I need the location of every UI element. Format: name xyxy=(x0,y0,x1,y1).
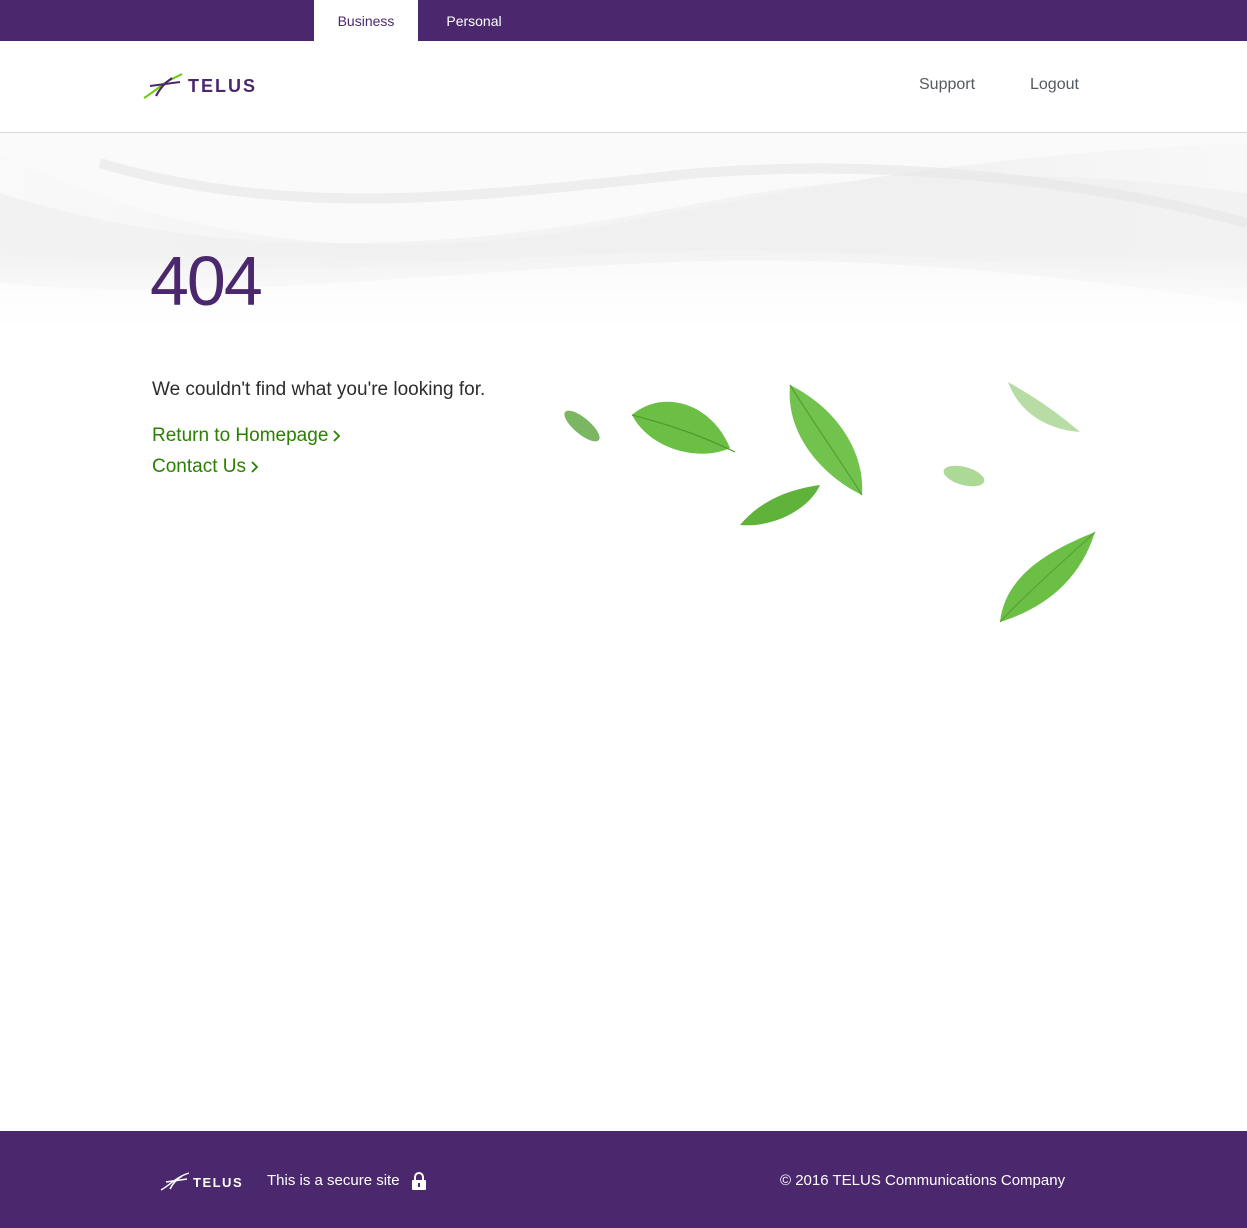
leaf-icon xyxy=(740,485,820,526)
copyright-text: © 2016 TELUS Communications Company xyxy=(780,1172,1066,1189)
svg-text:TELUS: TELUS xyxy=(193,1175,243,1190)
telus-logo-icon: TELUS xyxy=(143,73,257,99)
site-header: TELUS Support Logout xyxy=(0,41,1247,133)
tab-business[interactable]: Business xyxy=(314,0,418,41)
secure-site-text: This is a secure site xyxy=(267,1172,400,1189)
leaf-icon xyxy=(564,410,600,442)
telus-logo-icon: TELUS xyxy=(160,1172,243,1191)
page: Business Personal TELUS Support Logout 4… xyxy=(0,0,1247,1228)
support-link[interactable]: Support xyxy=(919,76,975,94)
chevron-right-icon xyxy=(251,461,259,473)
segment-bar: Business Personal xyxy=(0,0,1247,41)
site-footer: TELUS This is a secure site © 2016 TELUS… xyxy=(0,1131,1247,1228)
leaves-illustration xyxy=(564,382,1096,623)
logout-link[interactable]: Logout xyxy=(1030,76,1079,94)
telus-logo-link[interactable]: TELUS xyxy=(142,72,266,100)
error-code: 404 xyxy=(150,242,263,320)
error-message: We couldn't find what you're looking for… xyxy=(152,379,486,400)
lock-icon xyxy=(412,1172,426,1190)
return-homepage-link[interactable]: Return to Homepage xyxy=(152,425,342,447)
leaf-icon xyxy=(789,384,863,496)
leaf-icon xyxy=(631,401,736,454)
leaf-icon xyxy=(999,531,1096,623)
contact-us-label: Contact Us xyxy=(152,456,246,477)
leaf-icon xyxy=(1008,382,1080,432)
svg-text:TELUS: TELUS xyxy=(188,76,257,96)
return-homepage-label: Return to Homepage xyxy=(152,425,329,446)
leaf-icon xyxy=(943,465,985,487)
tab-personal[interactable]: Personal xyxy=(418,0,530,41)
contact-us-link[interactable]: Contact Us xyxy=(152,456,260,478)
chevron-right-icon xyxy=(333,430,341,442)
